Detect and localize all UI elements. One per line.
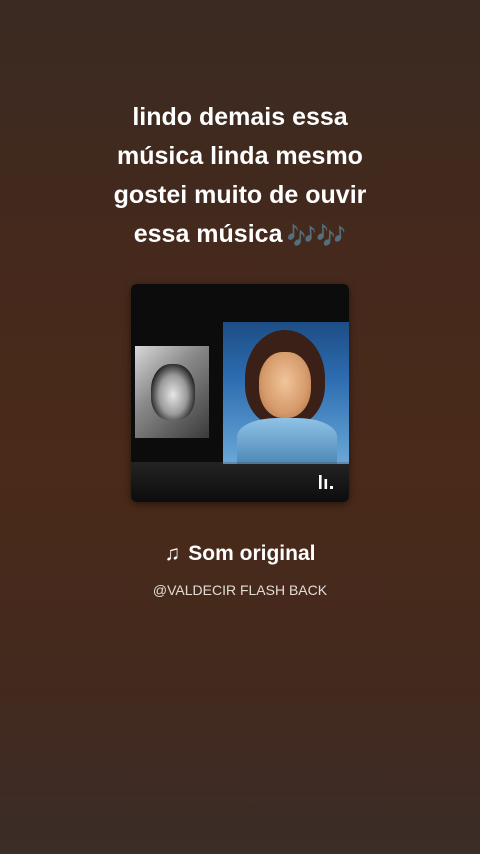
sound-title-label: Som original [188,542,316,565]
cover-photo-right-face [259,352,311,418]
caption-line-4-text: essa música [133,220,283,248]
cover-photo-left [135,346,209,438]
music-notes-emoji: 🎶🎶 [286,223,347,250]
sound-title[interactable]: ♫ Som original [0,540,480,568]
caption-line-2: música linda mesmo [117,142,363,170]
caption-line-4: essa música 🎶🎶 [0,215,480,256]
sound-author[interactable]: @VALDECIR FLASH BACK [0,580,480,600]
cover-photo-left-face [151,364,195,420]
caption-line-3: gostei muito de ouvir [113,181,367,209]
music-note-icon: ♫ [164,542,181,565]
cover-reflection [131,462,349,502]
caption-line-1: lindo demais essa [132,103,348,131]
cover-photo-right-shirt [237,418,337,464]
audio-bars-icon [319,475,333,489]
caption-text: lindo demais essa música linda mesmo gos… [0,98,480,256]
cover-photo-right [223,322,349,464]
album-cover[interactable] [131,284,349,502]
